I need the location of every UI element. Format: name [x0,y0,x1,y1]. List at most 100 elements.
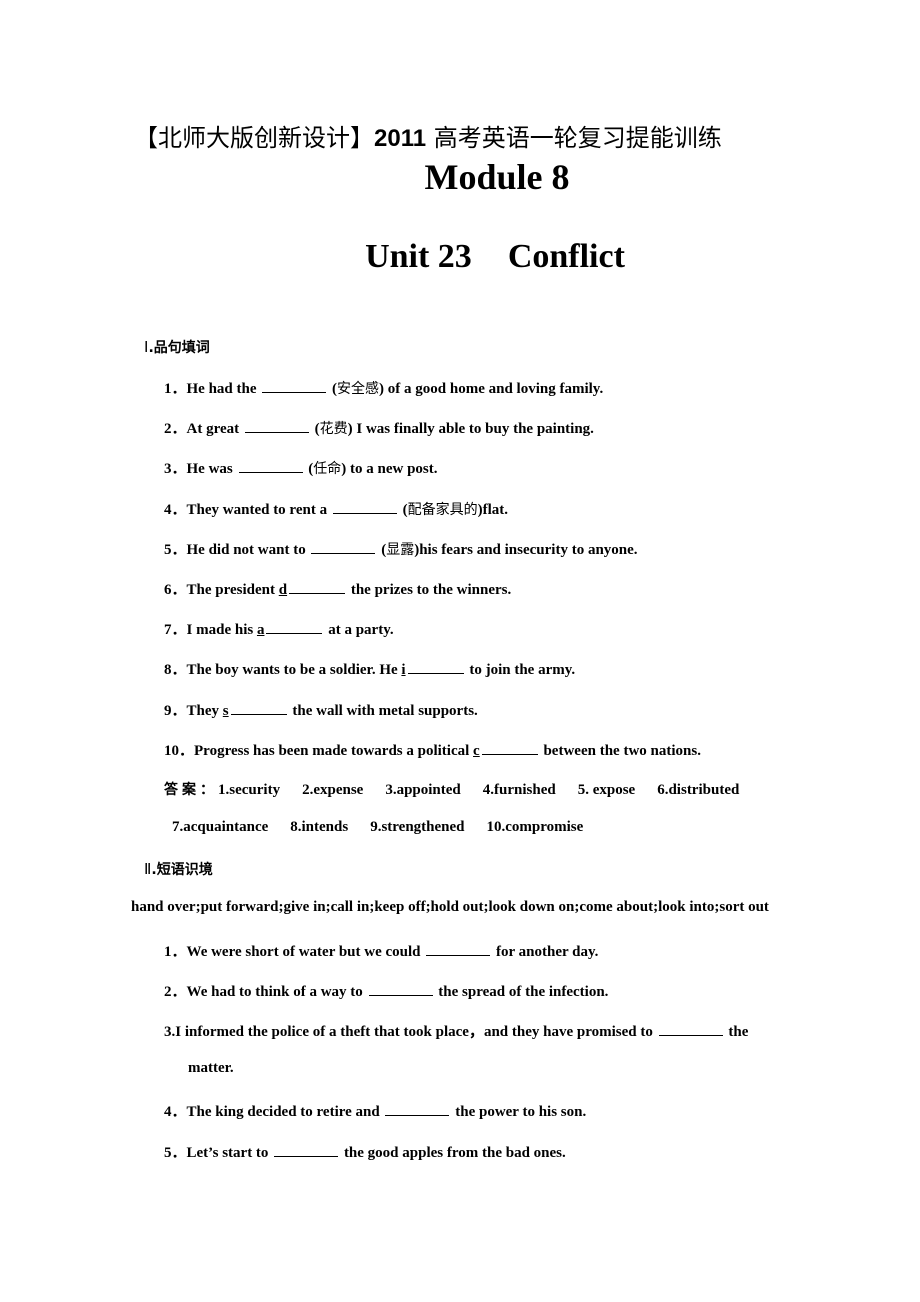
first-letter-hint: d [278,582,288,598]
answer-blank[interactable] [332,511,397,514]
question-text-before: Let’s start to [186,1145,273,1161]
question-text-before: He had the [186,381,261,397]
section-1-title: .品句填词 [148,340,210,356]
answer-blank[interactable] [311,551,376,554]
hint-group: (花费) [314,421,353,438]
answer-item: 7.acquaintance [172,819,269,835]
question-text-after: between the two nations. [539,742,701,759]
question-number: 2． [164,421,187,438]
answer-blank[interactable] [481,752,538,755]
question-item: 3. I informed the police of a theft that… [164,1020,748,1041]
chinese-hint: 配备家具的 [407,501,478,518]
answer-blank[interactable] [658,1033,723,1036]
first-letter-hint: a [256,622,265,639]
hint-group: (配备家具的) [402,501,483,518]
unit-number: Unit 23 [365,238,472,275]
banner-suffix: 高考英语一轮复习提能训练 [426,124,722,152]
question-item: 5．Let’s start to the good apples from th… [164,1141,566,1162]
question-item: 9．They s the wall with metal supports. [164,699,478,720]
banner-prefix: 【北师大版创新设计】 [134,124,374,152]
section-2-heading: Ⅱ.短语识境 [144,859,213,879]
question-text-after: the prizes to the winners. [347,582,512,598]
question-text-before: I informed the police of a theft that to… [175,1024,657,1040]
question-number: 5． [164,541,187,558]
document-page: 【北师大版创新设计】2011 高考英语一轮复习提能训练 Module 8 Uni… [0,0,920,1302]
question-number: 1． [164,944,187,960]
question-text-before: The president [186,582,279,598]
answer-blank[interactable] [368,993,433,996]
question-text-after: of a good home and loving family. [384,381,604,397]
answer-blank[interactable] [426,953,491,956]
question-item: 8．The boy wants to be a soldier. He i to… [164,658,575,679]
answer-item: 4.furnished [482,782,556,798]
answer-blank[interactable] [407,671,464,675]
section-2-title: .短语识境 [151,862,213,878]
question-item: 6．The president d the prizes to the winn… [164,578,511,599]
answer-item: 9.strengthened [370,819,465,835]
question-text-before: The king decided to retire and [186,1104,384,1120]
question-item: 5．He did not want to (显露)his fears and i… [164,538,638,559]
answer-item: 1.security [218,782,281,798]
question-number: 1． [164,381,187,397]
question-item: 10．Progress has been made towards a poli… [164,739,701,760]
answer-line-2: 7.acquaintance 8.intends 9.strengthened 10.… [172,819,583,836]
chinese-hint: 花费 [319,421,348,438]
question-number: 2． [164,984,187,1000]
answer-item: 10.compromise [486,819,584,835]
question-item: 2．At great (花费) I was finally able to bu… [164,417,594,438]
phrase-bank: hand over;put forward;give in;call in;ke… [131,899,769,915]
question-text-before: He did not want to [186,541,310,558]
module-heading: Module 8 [424,157,570,197]
question-text-after: the power to his son. [451,1104,587,1120]
question-text-after: for another day. [492,944,599,960]
question-text-after: the wall with metal supports. [288,702,478,719]
unit-title: Conflict [507,238,625,275]
hint-group: (显露) [381,541,420,558]
banner-title: 【北师大版创新设计】2011 高考英语一轮复习提能训练 [134,118,722,153]
answer-blank[interactable] [230,712,287,715]
question-item: 2．We had to think of a way to the spread… [164,980,608,1001]
answer-blank[interactable] [266,631,323,635]
chinese-hint: 安全感 [337,381,380,397]
hint-group: (任命) [308,461,347,478]
question-text-before: At great [186,421,243,438]
question-text-before: Progress has been made towards a politic… [194,742,474,759]
answer-blank[interactable] [385,1113,450,1116]
question-number: 3. [164,1024,176,1040]
answer-line-1: 答案：1.security 2.expense 3.appointed 4.furni… [164,779,739,799]
question-number: 5． [164,1145,187,1161]
answer-blank[interactable] [274,1154,339,1157]
question-item: 3．He was (任命) to a new post. [164,457,438,478]
question-number: 4． [164,1104,187,1120]
question-number: 7． [164,622,187,639]
answer-item: 8.intends [290,819,349,835]
question-text-after: the spread of the infection. [434,984,609,1000]
question-text-after: to a new post. [346,461,438,478]
first-letter-hint: i [401,662,406,679]
question-text-before: The boy wants to be a soldier. He [186,662,402,679]
hint-group: (安全感) [332,381,385,397]
chinese-hint: 任命 [313,461,342,478]
question-item: 1．He had the (安全感) of a good home and lo… [164,377,603,398]
first-letter-hint: s [222,702,229,719]
question-text-before: We were short of water but we could [186,944,425,960]
first-letter-hint: c [473,742,480,759]
question-text-after: his fears and insecurity to anyone. [419,541,638,558]
question-text-before: They wanted to rent a [186,501,331,518]
answer-item: 3.appointed [385,782,461,798]
question-text-before: I made his [186,622,257,639]
question-number: 4． [164,501,187,518]
answer-item: 2.expense [302,782,364,798]
question-text-after: flat. [482,501,508,518]
answer-item: 6.distributed [657,782,740,798]
question-text-after: I was finally able to buy the painting. [352,421,594,438]
answer-blank[interactable] [262,390,327,393]
answer-blank[interactable] [289,591,346,594]
answer-blank[interactable] [238,470,303,474]
unit-heading: Unit 23 Conflict [0,238,920,276]
banner-year: 2011 [374,125,427,152]
answer-blank[interactable] [244,430,309,434]
question-item: 4．They wanted to rent a (配备家具的)flat. [164,498,508,519]
question-number: 9． [164,702,187,719]
question-number: 8． [164,662,187,679]
